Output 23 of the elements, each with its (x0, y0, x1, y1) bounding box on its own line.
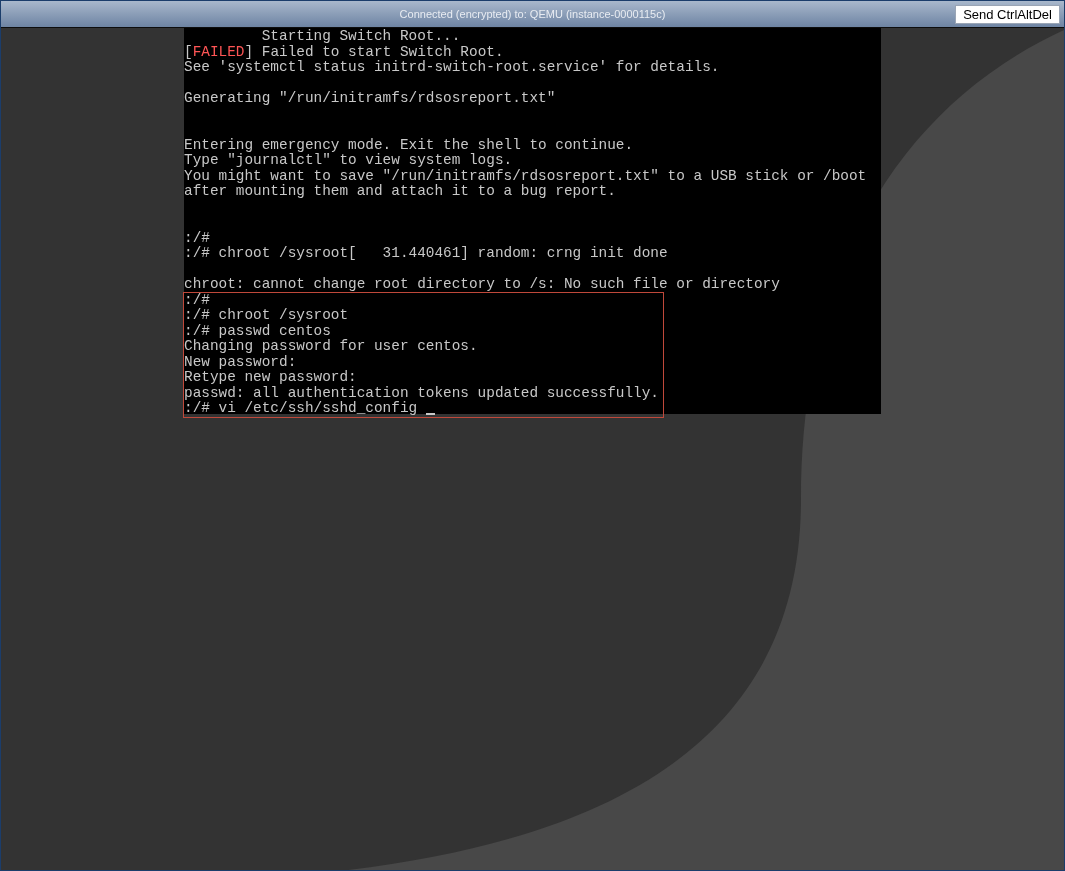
console-line: chroot: cannot change root directory to /s: No such file or directory (184, 277, 781, 293)
console-line: Starting Switch Root... (260, 29, 462, 45)
console-line: passwd: all authentication tokens updated successfully. (184, 385, 660, 401)
console-line: Retype new password: (184, 370, 358, 386)
console-line: You might want to save "/run/initramfs/rdsosreport.txt" to a USB stick or /boot (184, 168, 868, 184)
console-line: after mounting them and attach it to a bug report. (184, 184, 617, 200)
console-line: Changing password for user centos. (184, 339, 479, 355)
text-cursor-icon (425, 413, 435, 415)
send-ctrl-alt-del-button[interactable]: Send CtrlAltDel (955, 5, 1060, 24)
console-line: :/# passwd centos (184, 323, 332, 339)
window-title: Connected (encrypted) to: QEMU (instance-0000115c) (399, 6, 666, 22)
console-line: :/# chroot /sysroot (184, 308, 350, 324)
console-line: Entering emergency mode. Exit the shell to continue. (184, 137, 635, 153)
status-label: [FAILED] (184, 44, 254, 60)
console-line: Type "journalctl" to view system logs. (184, 153, 514, 169)
console-line: :/# (184, 230, 211, 246)
console-line: :/# chroot /sysroot[ 31.440461] random: crng init done (184, 246, 669, 262)
console-line: Failed to start Switch Root. (260, 44, 504, 60)
console-line: :/# (184, 292, 211, 308)
console-line: Generating "/run/initramfs/rdsosreport.txt" (184, 91, 557, 107)
console-line: :/# vi /etc/ssh/sshd_config (184, 401, 419, 417)
console-line: New password: (184, 354, 298, 370)
console-line: See 'systemctl status initrd-switch-root.service' for details. (184, 60, 721, 76)
